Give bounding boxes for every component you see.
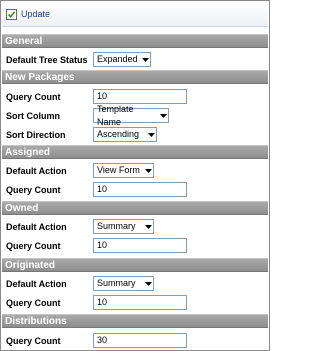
row-assigned-query-count: Query Count 10: [2, 180, 268, 200]
sort-direction-select[interactable]: Ascending: [93, 127, 157, 142]
owned-default-action-select[interactable]: Summary: [93, 219, 154, 234]
assigned-query-count-input[interactable]: 10: [93, 182, 187, 197]
originated-default-action-value: Summary: [97, 278, 136, 288]
row-distributions-query-count: Query Count 30: [2, 331, 268, 351]
default-action-label: Default Action: [6, 166, 67, 176]
section-header-new-packages: New Packages: [2, 70, 268, 84]
sort-direction-label: Sort Direction: [6, 130, 66, 140]
chevron-down-icon: [143, 220, 153, 233]
row-originated-query-count: Query Count 10: [2, 293, 268, 313]
owned-default-action-value: Summary: [97, 221, 136, 231]
row-owned-query-count: Query Count 10: [2, 236, 268, 256]
chevron-down-icon: [158, 109, 168, 122]
toolbar: Update: [2, 2, 268, 27]
default-tree-status-select[interactable]: Expanded: [93, 52, 151, 67]
assigned-default-action-select[interactable]: View Form: [93, 163, 154, 178]
save-check-icon: [6, 8, 17, 20]
preferences-panel: Update General Default Tree Status Expan…: [0, 0, 270, 351]
sort-column-select[interactable]: Template Name: [93, 104, 169, 127]
section-header-owned: Owned: [2, 201, 268, 215]
sort-column-label: Sort Column: [6, 111, 60, 121]
section-header-distributions: Distributions: [2, 314, 268, 328]
query-count-label: Query Count: [6, 185, 61, 195]
chevron-down-icon: [143, 277, 153, 290]
default-tree-status-label: Default Tree Status: [6, 55, 88, 65]
sort-direction-value: Ascending: [97, 129, 140, 139]
default-action-label: Default Action: [6, 279, 67, 289]
section-header-originated: Originated: [2, 258, 268, 272]
row-sort-column: Sort Column Template Name: [2, 104, 268, 127]
query-count-label: Query Count: [6, 241, 61, 251]
section-header-general: General: [2, 34, 268, 48]
default-tree-status-value: Expanded: [97, 54, 138, 64]
row-assigned-default-action: Default Action View Form: [2, 161, 268, 181]
row-owned-default-action: Default Action Summary: [2, 217, 268, 237]
chevron-down-icon: [140, 53, 150, 66]
query-count-label: Query Count: [6, 298, 61, 308]
row-sort-direction: Sort Direction Ascending: [2, 125, 268, 145]
default-action-label: Default Action: [6, 222, 67, 232]
assigned-default-action-value: View Form: [97, 165, 140, 175]
row-default-tree-status: Default Tree Status Expanded: [2, 50, 268, 70]
query-count-label: Query Count: [6, 92, 61, 102]
update-label: Update: [21, 9, 51, 19]
update-button[interactable]: Update: [6, 7, 50, 21]
owned-query-count-input[interactable]: 10: [93, 238, 187, 253]
originated-default-action-select[interactable]: Summary: [93, 276, 154, 291]
chevron-down-icon: [143, 164, 153, 177]
distributions-query-count-input[interactable]: 30: [93, 333, 187, 348]
section-header-assigned: Assigned: [2, 145, 268, 159]
chevron-down-icon: [146, 128, 156, 141]
query-count-label: Query Count: [6, 336, 61, 346]
row-originated-default-action: Default Action Summary: [2, 274, 268, 294]
originated-query-count-input[interactable]: 10: [93, 295, 187, 310]
